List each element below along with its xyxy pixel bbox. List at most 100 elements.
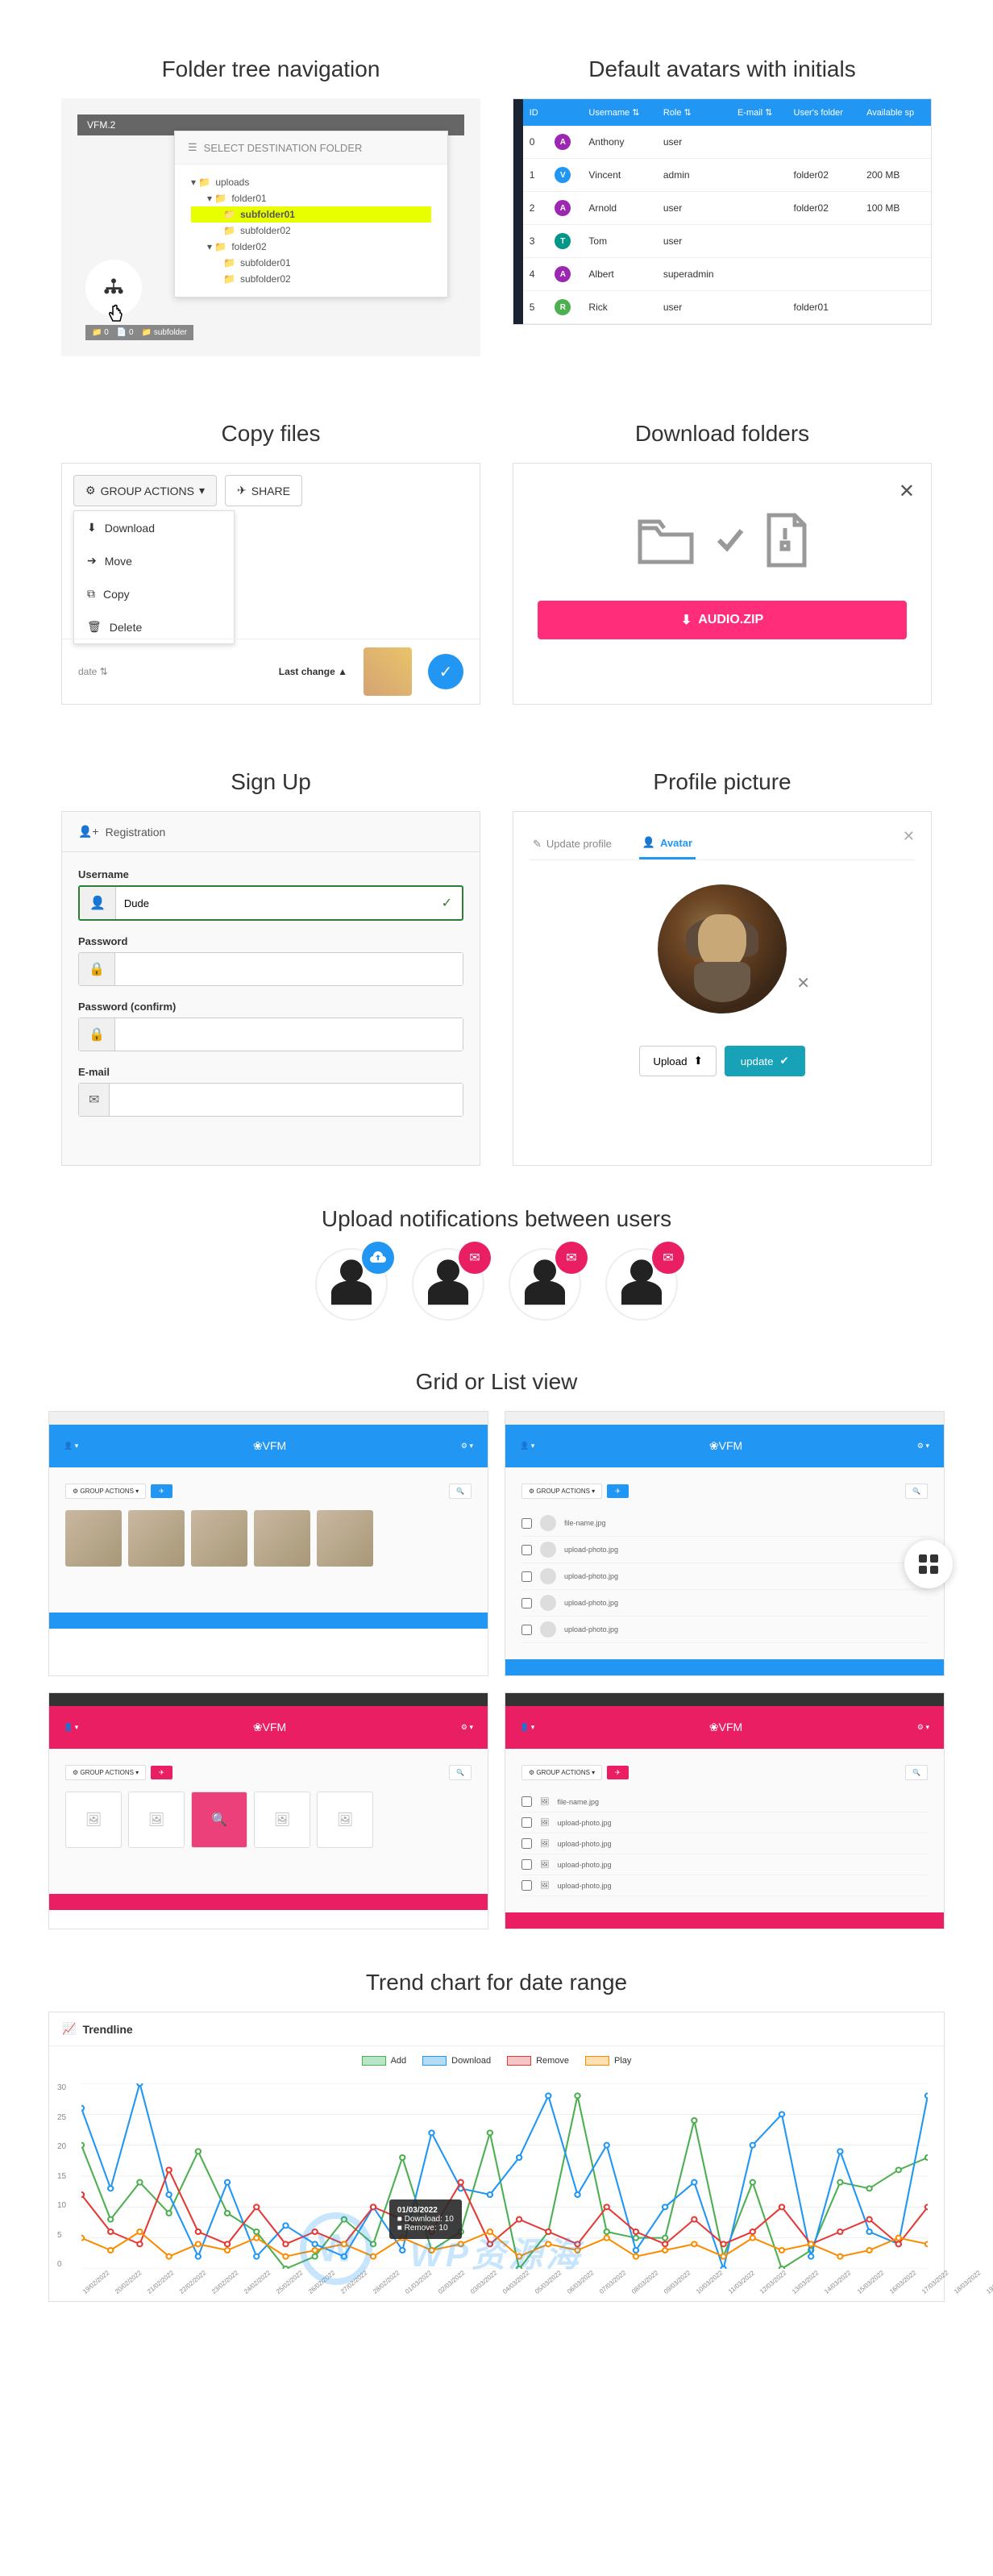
column-date[interactable]: date ⇅ bbox=[78, 666, 108, 677]
view-list-blue: 👤 ▾❀VFM⚙ ▾ ⚙ GROUP ACTIONS ▾✈🔍 file-name… bbox=[505, 1411, 945, 1676]
list-icon: ☰ bbox=[188, 141, 197, 154]
registration-header: 👤+ Registration bbox=[62, 812, 480, 852]
download-icon: ⬇ bbox=[681, 612, 692, 628]
legend-remove[interactable]: Remove bbox=[507, 2056, 569, 2066]
gear-icon: ⚙ bbox=[85, 484, 96, 497]
trash-icon: 🗑 bbox=[87, 620, 102, 634]
download-zip-button[interactable]: ⬇ AUDIO.ZIP bbox=[538, 601, 907, 639]
caret-down-icon: ▾ bbox=[199, 484, 205, 497]
x-axis: 19/02/202220/02/202221/02/202222/02/2022… bbox=[81, 2290, 928, 2297]
tree-node-folder01[interactable]: ▾ 📁 folder01 bbox=[191, 190, 431, 206]
table-row[interactable]: 3TTomuser bbox=[523, 225, 931, 258]
section-title-copy: Copy files bbox=[61, 421, 480, 447]
notification-users-row: ✉ ✉ ✉ bbox=[48, 1248, 945, 1321]
legend-play[interactable]: Play bbox=[585, 2056, 631, 2066]
close-icon[interactable]: ✕ bbox=[899, 480, 915, 503]
tree-node-subfolder01-selected[interactable]: 📁 subfolder01 bbox=[191, 206, 431, 223]
zip-file-icon bbox=[762, 512, 811, 568]
group-actions-panel: ⚙ GROUP ACTIONS ▾ ✈ SHARE ⬇Download ➔Mov… bbox=[61, 463, 480, 705]
column-last-change[interactable]: Last change ▲ bbox=[279, 666, 347, 677]
password-confirm-label: Password (confirm) bbox=[78, 1001, 463, 1013]
y-axis: 302520151050 bbox=[57, 2083, 66, 2269]
copy-item[interactable]: ⧉Copy bbox=[74, 577, 234, 610]
chart-tooltip: 01/03/2022 ■ Download: 10 ■ Remove: 10 bbox=[389, 2199, 462, 2239]
avatar-preview bbox=[658, 884, 787, 1013]
th-folder[interactable]: User's folder bbox=[787, 99, 861, 126]
th-avatar bbox=[548, 99, 582, 126]
view-toggle-button[interactable] bbox=[904, 1540, 953, 1588]
folder-open-icon bbox=[634, 512, 698, 568]
share-button[interactable]: ✈ SHARE bbox=[225, 475, 302, 506]
username-input[interactable] bbox=[116, 887, 432, 919]
close-icon[interactable]: ✕ bbox=[903, 828, 915, 845]
download-folder-panel: ✕ ⬇ AUDIO.ZIP bbox=[513, 463, 932, 705]
tree-node-uploads[interactable]: ▾ 📁 uploads bbox=[191, 174, 431, 190]
group-actions-button[interactable]: ⚙ GROUP ACTIONS ▾ bbox=[73, 475, 217, 506]
view-grid-pink: 👤 ▾❀VFM⚙ ▾ ⚙ GROUP ACTIONS ▾✈🔍 🖼 🖼 🔍 🖼 🖼 bbox=[48, 1692, 488, 1929]
username-input-group: 👤 ✓ bbox=[78, 885, 463, 921]
section-title-avatars: Default avatars with initials bbox=[513, 56, 932, 82]
email-input[interactable] bbox=[110, 1084, 463, 1116]
breadcrumb: 📁 0 📄 0 📁 subfolder bbox=[85, 325, 193, 340]
th-space[interactable]: Available sp bbox=[860, 99, 931, 126]
group-actions-dropdown: ⬇Download ➔Move ⧉Copy 🗑Delete bbox=[73, 510, 235, 644]
section-title-notifications: Upload notifications between users bbox=[48, 1206, 945, 1232]
user-plus-icon: 👤+ bbox=[78, 825, 99, 839]
table-row[interactable]: 0AAnthonyuser bbox=[523, 126, 931, 159]
download-item[interactable]: ⬇Download bbox=[74, 511, 234, 544]
section-title-folder-tree: Folder tree navigation bbox=[61, 56, 480, 82]
mail-icon: ✉ bbox=[555, 1242, 588, 1274]
users-table-container: ID Username ⇅ Role ⇅ E-mail ⇅ User's fol… bbox=[513, 98, 932, 325]
username-label: Username bbox=[78, 868, 463, 880]
table-row[interactable]: 1VVincentadminfolder02200 MB bbox=[523, 159, 931, 192]
mail-icon: ✉ bbox=[652, 1242, 684, 1274]
trendline-chart-panel: 📈Trendline Add Download Remove Play 3025… bbox=[48, 2012, 945, 2302]
tree-node-folder02[interactable]: ▾ 📁 folder02 bbox=[191, 239, 431, 255]
section-title-signup: Sign Up bbox=[61, 769, 480, 795]
check-circle-icon: ✔ bbox=[780, 1055, 789, 1067]
tab-update-profile[interactable]: ✎Update profile bbox=[530, 828, 615, 859]
destination-modal: ☰ SELECT DESTINATION FOLDER ▾ 📁 uploads … bbox=[174, 131, 448, 298]
password-confirm-input[interactable] bbox=[115, 1018, 463, 1051]
table-row[interactable]: 2AArnolduserfolder02100 MB bbox=[523, 192, 931, 225]
password-input[interactable] bbox=[115, 953, 463, 985]
upload-icon: ⬆ bbox=[694, 1055, 703, 1067]
tab-avatar[interactable]: 👤Avatar bbox=[639, 828, 696, 859]
upload-button[interactable]: Upload ⬆ bbox=[639, 1046, 716, 1076]
registration-panel: 👤+ Registration Username 👤 ✓ Password 🔒 bbox=[61, 811, 480, 1166]
section-title-download: Download folders bbox=[513, 421, 932, 447]
update-button[interactable]: update ✔ bbox=[725, 1046, 805, 1076]
edit-icon: ✎ bbox=[533, 838, 542, 851]
avatar-initial: R bbox=[555, 299, 571, 315]
mail-icon: ✉ bbox=[459, 1242, 491, 1274]
table-row[interactable]: 4AAlbertsuperadmin bbox=[523, 258, 931, 291]
tree-node-subfolder02b[interactable]: 📁 subfolder02 bbox=[191, 271, 431, 287]
profile-picture-panel: ✕ ✎Update profile 👤Avatar ✕ Upload ⬆ upd… bbox=[513, 811, 932, 1166]
th-username[interactable]: Username ⇅ bbox=[582, 99, 656, 126]
th-id[interactable]: ID bbox=[523, 99, 549, 126]
modal-title: SELECT DESTINATION FOLDER bbox=[204, 142, 363, 154]
tree-node-subfolder01b[interactable]: 📁 subfolder01 bbox=[191, 255, 431, 271]
chart-title: 📈Trendline bbox=[49, 2012, 944, 2046]
remove-avatar-button[interactable]: ✕ bbox=[796, 973, 810, 993]
move-item[interactable]: ➔Move bbox=[74, 544, 234, 577]
tree-node-subfolder02[interactable]: 📁 subfolder02 bbox=[191, 223, 431, 239]
section-title-views: Grid or List view bbox=[48, 1369, 945, 1395]
avatar-initial: A bbox=[555, 200, 571, 216]
lock-icon: 🔒 bbox=[79, 1018, 115, 1051]
legend-download[interactable]: Download bbox=[422, 2056, 491, 2066]
th-email[interactable]: E-mail ⇅ bbox=[731, 99, 787, 126]
send-icon: ✈ bbox=[237, 484, 247, 497]
file-thumbnail[interactable] bbox=[364, 647, 412, 696]
select-check-button[interactable]: ✓ bbox=[428, 654, 463, 689]
cursor-hand-icon bbox=[106, 304, 125, 327]
table-header-row: ID Username ⇅ Role ⇅ E-mail ⇅ User's fol… bbox=[523, 99, 931, 126]
download-icon: ⬇ bbox=[87, 521, 97, 535]
table-row[interactable]: 5RRickuserfolder01 bbox=[523, 291, 931, 324]
avatar-initial: A bbox=[555, 134, 571, 150]
move-icon: ➔ bbox=[87, 554, 97, 568]
legend-add[interactable]: Add bbox=[362, 2056, 407, 2066]
notif-user-uploader bbox=[315, 1248, 388, 1321]
th-role[interactable]: Role ⇅ bbox=[657, 99, 731, 126]
password-label: Password bbox=[78, 935, 463, 947]
